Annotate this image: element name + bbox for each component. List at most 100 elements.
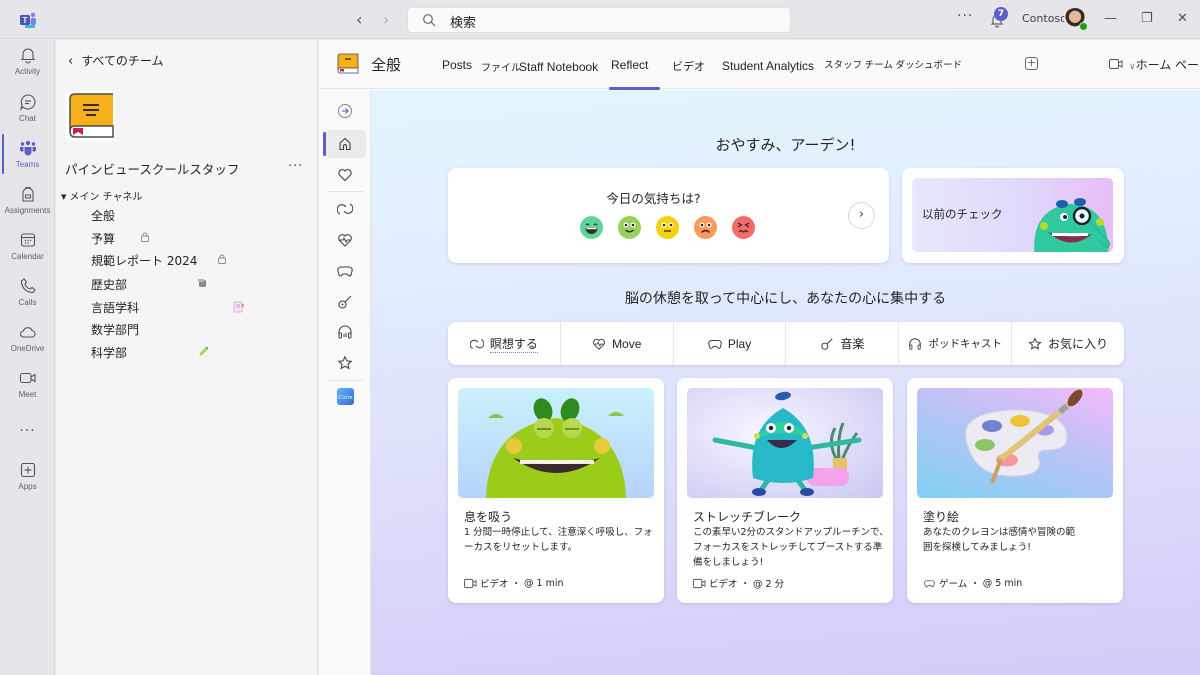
category-label: お気に入り <box>1048 337 1109 351</box>
activity-card[interactable]: 塗り絵 あなたのクレヨンは感情や冒険の範囲を探検してみましょう! ゲーム・ @ 5… <box>907 378 1123 603</box>
rail-item-calls[interactable]: Calls <box>0 277 55 307</box>
activity-title: 塗り絵 <box>923 510 960 524</box>
all-teams-link[interactable]: ‹ すべてのチーム <box>68 52 164 69</box>
meta-separator: ・ <box>511 579 522 590</box>
team-logo[interactable] <box>65 91 115 141</box>
tab-files[interactable]: ファイル <box>481 59 521 74</box>
laughing-face-icon <box>585 223 598 234</box>
rail-item-more[interactable]: ··· <box>0 420 55 439</box>
org-name[interactable]: Contoso <box>1022 12 1067 25</box>
reflect-nav-play[interactable] <box>324 257 366 285</box>
add-tab-button[interactable]: + <box>1025 57 1038 70</box>
channel-item[interactable]: 数学部門 <box>91 321 311 341</box>
activity-card[interactable]: 息を吸う 1 分間一時停止して、注意深く呼吸し、フォーカスをリセットします。 ビ… <box>448 378 664 603</box>
tab-staff-team-dashboard[interactable]: スタッフ チーム ダッシュボード <box>824 57 962 71</box>
channel-item[interactable]: 規範レポート 2024 <box>91 252 311 272</box>
reflect-nav-favorites[interactable] <box>324 161 366 189</box>
notification-badge: 7 <box>994 7 1008 21</box>
reflect-nav-starred[interactable] <box>324 349 366 377</box>
star-icon <box>1028 336 1042 350</box>
search-placeholder: 検索 <box>450 16 477 31</box>
more-options-button[interactable]: ··· <box>957 8 973 24</box>
tab-reflect[interactable]: Reflect <box>608 58 661 90</box>
activity-duration: @ 2 分 <box>753 579 785 590</box>
previous-checkins-card[interactable]: 以前のチェック <box>902 168 1124 263</box>
apps-icon <box>20 462 35 478</box>
meditate-icon <box>469 338 484 349</box>
rail-label: OneDrive <box>10 344 45 353</box>
search-icon <box>423 14 436 27</box>
category-label: ポッドキャスト <box>928 338 1002 350</box>
reflect-nav-expand[interactable] <box>324 97 366 125</box>
channel-item[interactable]: 予算 <box>91 230 311 250</box>
emotion-bad-button[interactable] <box>732 216 755 239</box>
activity-card[interactable]: ストレッチブレーク この素早い2分のスタンドアップルーチンで、フォーカスをストレ… <box>677 378 893 603</box>
maximize-button[interactable]: ❐ <box>1141 11 1153 26</box>
channel-item[interactable]: 科学部 <box>91 344 311 364</box>
category-podcasts[interactable]: ポッドキャスト <box>899 322 1013 365</box>
reflect-nav-music[interactable] <box>324 288 366 316</box>
green-monster-illustration <box>486 398 626 498</box>
reflect-nav-calm[interactable]: Calm <box>324 382 366 410</box>
section-heading: 脳の休憩を取って中心にし、あなたの心に集中する <box>624 291 947 307</box>
reflect-nav-podcasts[interactable] <box>324 318 366 346</box>
emotion-good-button[interactable] <box>618 216 641 239</box>
tab-staff-notebook[interactable]: Staff Notebook <box>519 60 598 74</box>
activity-meta: ゲーム・ @ 5 min <box>923 576 1022 590</box>
channel-name: 予算 <box>91 232 116 246</box>
activity-thumbnail <box>458 388 654 498</box>
channel-item[interactable]: 全般 <box>91 207 311 227</box>
emotion-great-button[interactable] <box>580 216 603 239</box>
category-play[interactable]: Play <box>674 322 787 365</box>
rail-item-assignments[interactable]: Assignments <box>0 185 55 215</box>
category-label: Move <box>612 336 642 351</box>
teams-icon <box>19 140 36 156</box>
forward-button[interactable]: › <box>383 10 389 29</box>
heartbeat-icon <box>593 338 606 350</box>
meet-video-icon[interactable] <box>1109 58 1123 70</box>
tab-posts[interactable]: Posts <box>442 58 472 72</box>
reflect-nav-home[interactable] <box>323 130 366 158</box>
expand-icon <box>338 104 352 118</box>
category-meditate[interactable]: 瞑想する <box>448 322 561 365</box>
cloud-icon <box>19 327 36 338</box>
chat-icon <box>19 94 35 111</box>
home-page-button[interactable]: ∨ホーム ページ <box>1129 56 1200 73</box>
channel-group-main[interactable]: ▼ メイン チャネル <box>61 188 142 203</box>
chevron-left-icon: ‹ <box>68 54 74 69</box>
rail-item-onedrive[interactable]: OneDrive <box>0 323 55 353</box>
reflect-nav-move[interactable] <box>324 226 366 254</box>
category-music[interactable]: 音楽 <box>786 322 900 365</box>
rail-item-calendar[interactable]: Calendar <box>0 231 55 261</box>
team-more-button[interactable]: ··· <box>288 159 303 174</box>
channel-item[interactable]: 歴史部 <box>91 276 311 296</box>
headphones-icon <box>338 325 352 339</box>
rail-item-meet[interactable]: Meet <box>0 369 55 399</box>
category-move[interactable]: Move <box>561 322 674 365</box>
back-button[interactable]: ‹ <box>356 10 362 29</box>
activity-type: ビデオ <box>480 579 509 590</box>
rail-item-teams[interactable]: Teams <box>0 139 55 169</box>
category-favorites[interactable]: お気に入り <box>1012 322 1124 365</box>
emotion-okay-button[interactable] <box>656 216 679 239</box>
rail-item-activity[interactable]: Activity <box>0 46 55 76</box>
checkin-next-button[interactable]: › <box>848 202 875 229</box>
activity-description: この素早い2分のスタンドアップルーチンで、フォーカスをストレッチしてブーストする… <box>693 527 889 568</box>
rail-item-chat[interactable]: Chat <box>0 93 55 123</box>
reflect-nav-meditate[interactable] <box>324 195 366 223</box>
gamepad-icon <box>708 339 722 349</box>
search-input[interactable]: 検索 <box>407 7 791 33</box>
home-icon <box>339 137 351 151</box>
emotion-not-great-button[interactable] <box>694 216 717 239</box>
minimize-button[interactable]: — <box>1104 11 1117 26</box>
previous-checkins-label: 以前のチェック <box>922 207 1003 221</box>
channel-name: 言語学科 <box>91 301 140 315</box>
rail-label: Activity <box>14 67 41 76</box>
tab-student-analytics[interactable]: Student Analytics <box>722 59 814 73</box>
channel-item[interactable]: 言語学科 <box>91 299 311 319</box>
divider <box>327 191 363 192</box>
tab-video[interactable]: ビデオ <box>672 58 705 74</box>
activity-meta: ビデオ・ @ 2 分 <box>693 576 784 590</box>
close-button[interactable]: ✕ <box>1177 11 1188 26</box>
rail-item-apps[interactable]: Apps <box>0 461 55 491</box>
